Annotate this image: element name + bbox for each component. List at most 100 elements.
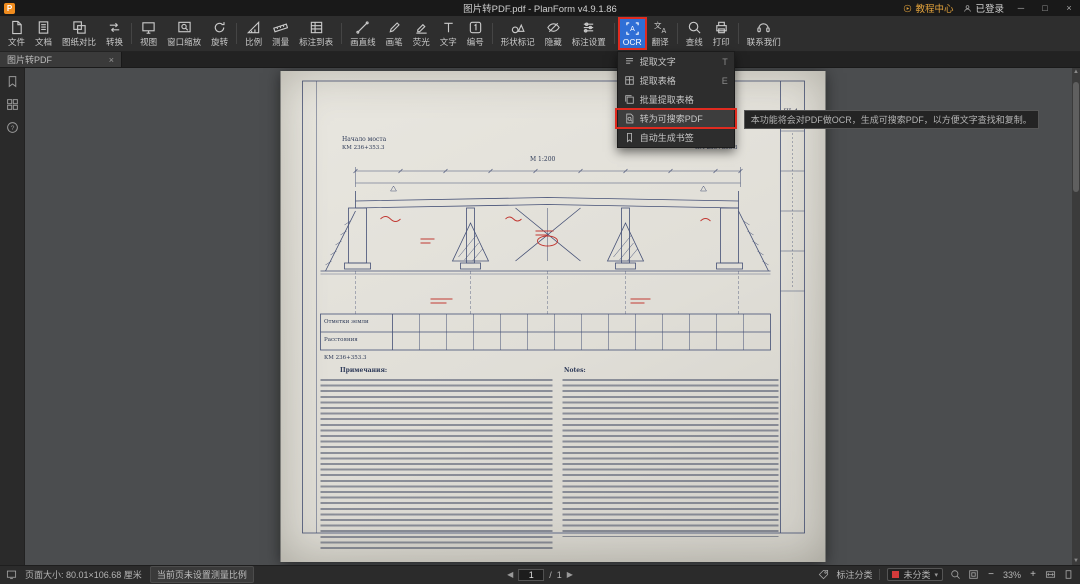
pdf-viewer-canvas[interactable]: Начало моста КМ 236+353.3 Конец моста КМ… (25, 68, 1080, 565)
toolbar-button-draw-line[interactable]: 画直线 (346, 18, 380, 49)
scrollbar-thumb[interactable] (1073, 82, 1079, 192)
fit-width-icon[interactable] (1045, 569, 1056, 580)
page-number-input[interactable] (518, 569, 544, 581)
toolbar-button-annotation-to-table[interactable]: 标注到表 (295, 18, 337, 49)
toolbar-button-ocr[interactable]: A OCR 提取文字 T 提取表格 E 批量提取表格 (619, 18, 646, 49)
table-row-distances: Расстояния (324, 337, 358, 343)
measure-scale-warning[interactable]: 当前页未设置测量比例 (150, 566, 254, 583)
printer-icon (714, 20, 729, 35)
document-icon (36, 20, 51, 35)
statusbar-separator (879, 569, 880, 580)
chevron-down-icon: ▾ (934, 571, 938, 579)
table-icon (309, 20, 324, 35)
toolbar-button-text[interactable]: 文字 (436, 18, 461, 49)
ocr-scan-icon: A (625, 21, 640, 36)
toolbar-button-highlighter[interactable]: 荧光 (409, 18, 434, 49)
toolbar-button-drawing-compare[interactable]: 图纸对比 (58, 18, 100, 49)
toolbar-button-rotate[interactable]: 旋转 (207, 18, 232, 49)
scroll-down-icon[interactable]: ▼ (1072, 558, 1080, 564)
menu-item-extract-text[interactable]: 提取文字 T (618, 52, 734, 71)
toolbar-button-find-line[interactable]: 查线 (682, 18, 707, 49)
toolbar-button-numbering[interactable]: 编号 (463, 18, 488, 49)
single-page-icon[interactable] (1063, 569, 1074, 580)
toolbar-button-window-zoom[interactable]: 窗口缩放 (163, 18, 205, 49)
toolbar-button-file[interactable]: 文件 (4, 18, 29, 49)
translate-icon: 文A (653, 20, 668, 35)
highlighter-icon (414, 20, 429, 35)
classification-color-swatch (892, 571, 899, 578)
annotation-classify-icon[interactable] (818, 569, 829, 580)
close-button[interactable]: × (1062, 3, 1076, 13)
main-area: ? (0, 68, 1080, 565)
rotate-icon (212, 20, 227, 35)
bridge-start-km: КМ 236+353.3 (342, 145, 385, 151)
scroll-up-icon[interactable]: ▲ (1072, 69, 1080, 75)
fit-page-icon[interactable] (968, 569, 979, 580)
zoom-search-icon[interactable] (950, 569, 961, 580)
svg-text:A: A (661, 28, 666, 35)
tab-label: 图片转PDF (7, 53, 103, 66)
toolbar-button-hide[interactable]: 隐藏 (541, 18, 566, 49)
toolbar-button-contact-us[interactable]: 联系我们 (743, 18, 785, 49)
convert-icon (107, 20, 122, 35)
bookmarks-panel-icon[interactable] (6, 75, 19, 88)
toolbar-button-annotation-settings[interactable]: 标注设置 (568, 18, 610, 49)
help-icon[interactable]: ? (6, 121, 19, 134)
window-titlebar: P 图片转PDF.pdf - PlanForm v4.9.1.86 教程中心 已… (0, 0, 1080, 16)
vertical-scrollbar[interactable]: ▲ ▼ (1072, 68, 1080, 565)
toolbar-button-print[interactable]: 打印 (709, 18, 734, 49)
scale-triangle-icon (246, 20, 261, 35)
previous-page-button[interactable]: ◀ (507, 570, 513, 579)
next-page-button[interactable]: ▶ (567, 570, 573, 579)
toolbar-button-measure[interactable]: 测量 (268, 18, 293, 49)
svg-text:?: ? (10, 125, 14, 132)
menu-item-tooltip: 本功能将会对PDF做OCR，生成可搜索PDF，以方便文字查找和复制。 (744, 110, 1039, 129)
toolbar-button-pen[interactable]: 画笔 (382, 18, 407, 49)
pencil-icon (387, 20, 402, 35)
shapes-icon (510, 20, 525, 35)
classification-dropdown[interactable]: 未分类 ▾ (887, 568, 943, 581)
tab-close-icon[interactable]: × (109, 55, 114, 65)
bookmark-generate-icon (624, 132, 635, 143)
toolbar-separator (341, 23, 342, 44)
menu-item-auto-bookmarks[interactable]: 自动生成书签 (618, 128, 734, 147)
line-icon (355, 20, 370, 35)
notes-heading-english: Notes: (564, 368, 586, 375)
toolbar-button-view[interactable]: 视图 (136, 18, 161, 49)
toolbar-button-document[interactable]: 文档 (31, 18, 56, 49)
menu-item-extract-table[interactable]: 提取表格 E (618, 71, 734, 90)
user-icon (963, 4, 972, 13)
notes-text-block-english (562, 379, 778, 537)
tutorial-center-button[interactable]: 教程中心 (903, 1, 953, 15)
thumbnails-panel-icon[interactable] (6, 98, 19, 111)
zoom-level[interactable]: 33% (1003, 570, 1021, 580)
svg-text:A: A (630, 26, 635, 33)
toolbar-separator (236, 23, 237, 44)
toolbar-button-translate[interactable]: 文A 翻译 (648, 18, 673, 49)
minimize-button[interactable]: ─ (1014, 3, 1028, 13)
number-badge-icon (468, 20, 483, 35)
page-size-text: 页面大小: 80.01×106.68 厘米 (25, 568, 142, 581)
tab-active-document[interactable]: 图片转PDF × (0, 52, 122, 67)
bridge-start-label: Начало моста (342, 137, 386, 144)
toolbar-separator (131, 23, 132, 44)
menu-item-convert-searchable-pdf[interactable]: 转为可搜索PDF 本功能将会对PDF做OCR，生成可搜索PDF，以方便文字查找和… (618, 109, 734, 128)
page-size-icon (6, 569, 17, 580)
zoom-out-button[interactable]: − (986, 569, 996, 580)
ruler-icon (273, 20, 288, 35)
notes-text-block-russian (320, 379, 552, 551)
toolbar-button-convert[interactable]: 转换 (102, 18, 127, 49)
annotation-classify-label[interactable]: 标注分类 (836, 568, 872, 581)
toolbar-separator (677, 23, 678, 44)
file-icon (9, 20, 24, 35)
extract-table-icon (624, 75, 635, 86)
maximize-button[interactable]: □ (1038, 3, 1052, 13)
text-icon (441, 20, 456, 35)
notes-heading-russian: Примечания: (340, 368, 387, 375)
toolbar-button-shape-mark[interactable]: 形状标记 (497, 18, 539, 49)
login-status-button[interactable]: 已登录 (963, 1, 1004, 15)
app-logo: P (4, 3, 15, 14)
menu-item-batch-extract-table[interactable]: 批量提取表格 (618, 90, 734, 109)
toolbar-button-scale[interactable]: 比例 (241, 18, 266, 49)
zoom-in-button[interactable]: + (1028, 569, 1038, 580)
